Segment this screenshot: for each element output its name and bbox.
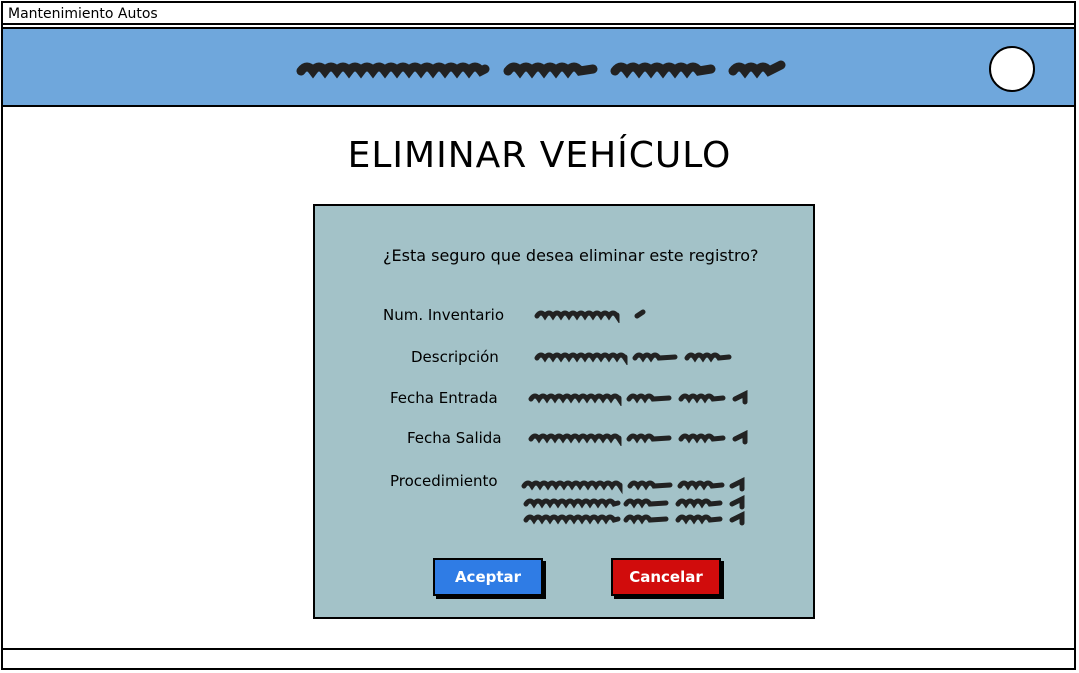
procedimiento-value-redacted — [521, 476, 745, 526]
app-header — [3, 27, 1074, 107]
descripcion-label: Descripción — [411, 348, 499, 366]
confirmation-question: ¿Esta seguro que desea eliminar este reg… — [383, 246, 759, 265]
user-avatar-icon[interactable] — [989, 46, 1035, 92]
fecha-entrada-value-redacted — [528, 390, 748, 406]
fecha-salida-value-redacted — [528, 430, 748, 446]
title-bar: Mantenimiento Autos — [3, 3, 1074, 25]
inventario-value-redacted — [534, 309, 646, 323]
fecha-entrada-label: Fecha Entrada — [390, 389, 498, 407]
fecha-salida-label: Fecha Salida — [407, 429, 502, 447]
cancel-button[interactable]: Cancelar — [611, 558, 721, 596]
page-title: ELIMINAR VEHÍCULO — [347, 135, 732, 176]
procedimiento-label: Procedimiento — [390, 472, 498, 490]
descripcion-value-redacted — [534, 352, 732, 365]
inventario-label: Num. Inventario — [383, 306, 505, 324]
accept-button[interactable]: Aceptar — [433, 558, 543, 596]
window-title: Mantenimiento Autos — [8, 6, 158, 22]
header-redacted-text — [296, 60, 786, 79]
delete-confirmation-dialog: ¿Esta seguro que desea eliminar este reg… — [313, 204, 815, 619]
footer-bar — [3, 648, 1074, 670]
